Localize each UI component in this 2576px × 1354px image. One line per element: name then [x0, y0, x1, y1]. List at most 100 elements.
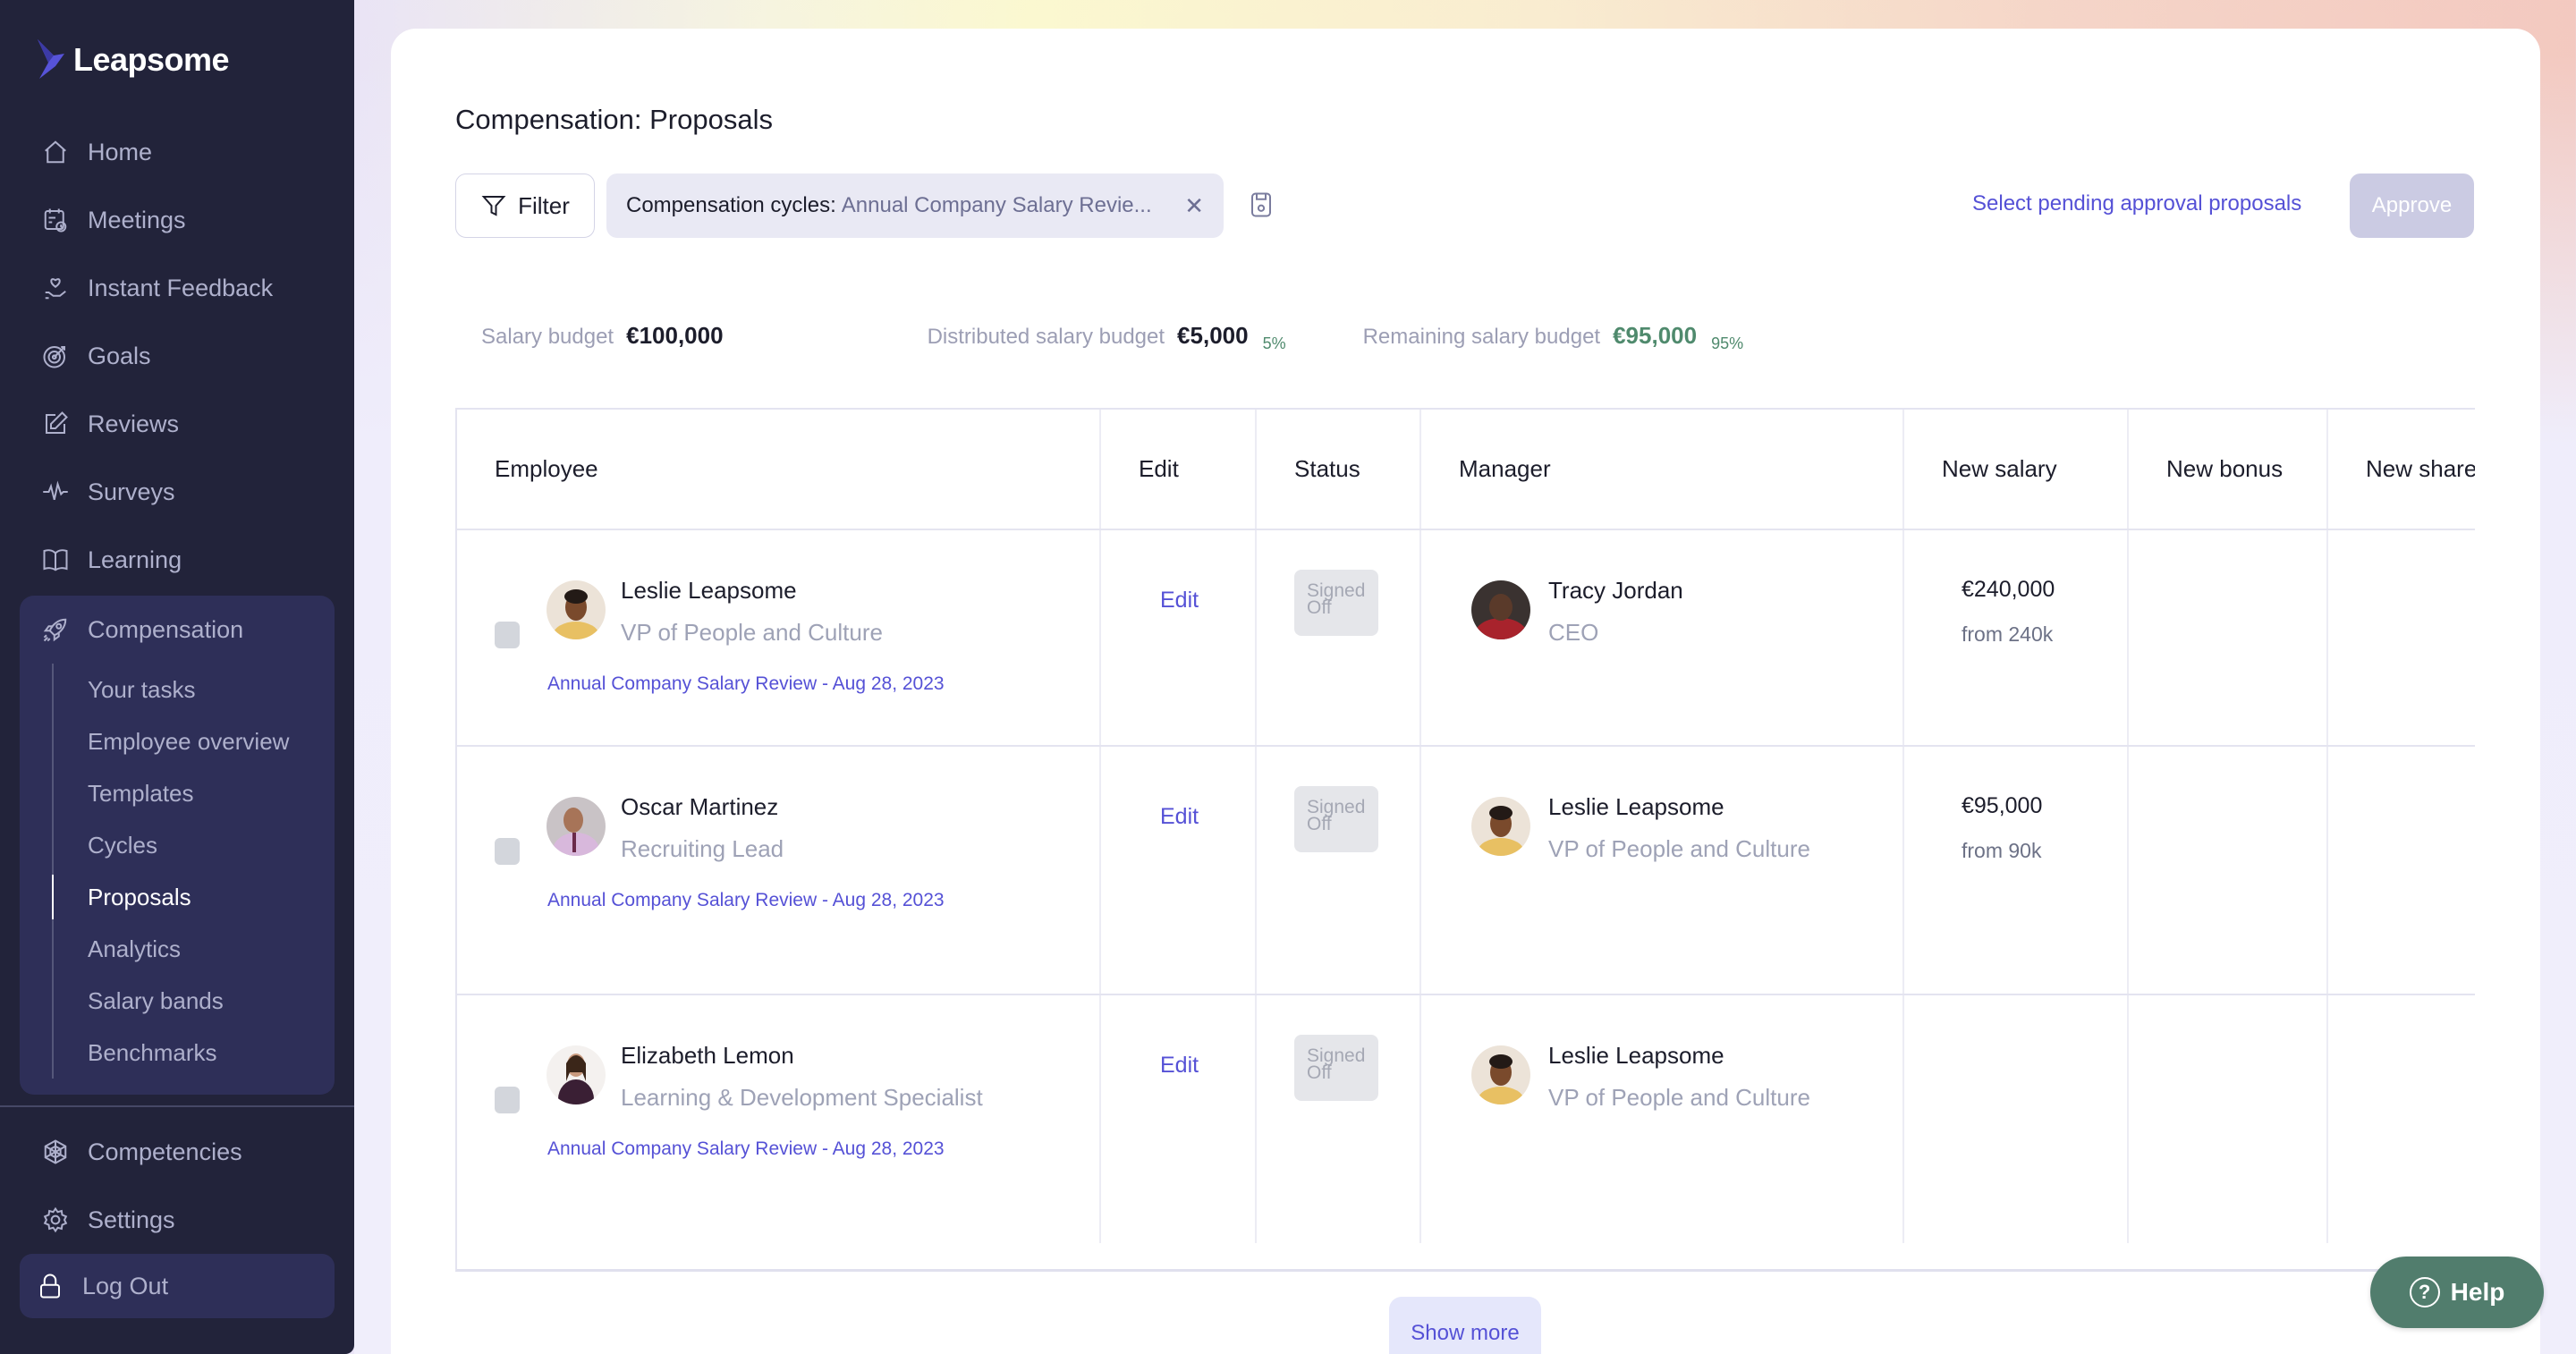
salary-budget-value: €100,000 — [626, 322, 724, 349]
cycle-link[interactable]: Annual Company Salary Review - Aug 28, 2… — [547, 673, 945, 695]
filter-chip-value: Annual Company Salary Revie... — [841, 193, 1152, 217]
rocket-icon — [41, 615, 70, 644]
sidebar-subitem-benchmarks[interactable]: Benchmarks — [54, 1027, 335, 1079]
employee-name[interactable]: Elizabeth Lemon — [621, 1042, 794, 1070]
sidebar: Leapsome Home Meetings Instant Feedback … — [0, 0, 354, 1354]
heart-hand-icon — [41, 274, 70, 302]
status-cell: Signed Off — [1256, 529, 1421, 747]
column-header-employee[interactable]: Employee — [457, 410, 1101, 530]
logout-label: Log Out — [82, 1272, 169, 1299]
row-checkbox[interactable] — [495, 1087, 520, 1113]
filter-label: Filter — [518, 191, 570, 219]
competencies-icon — [41, 1138, 70, 1166]
new-salary-cell: €240,000 from 240k — [1903, 529, 2129, 747]
sidebar-item-label: Competencies — [88, 1138, 242, 1165]
column-header-new-bonus[interactable]: New bonus — [2128, 410, 2328, 530]
sidebar-item-label: Instant Feedback — [88, 274, 274, 301]
manager-cell: Tracy Jordan CEO — [1420, 529, 1904, 747]
budget-summary: Salary budget €100,000 Distributed salar… — [481, 322, 1744, 352]
sidebar-item-goals[interactable]: Goals — [20, 322, 335, 390]
book-icon — [41, 546, 70, 574]
employee-name[interactable]: Oscar Martinez — [621, 793, 778, 821]
table-header-row: Employee Edit Status Manager New salary … — [457, 410, 2475, 530]
sidebar-divider — [0, 1105, 354, 1107]
leapsome-logo[interactable]: Leapsome — [36, 39, 230, 80]
sidebar-subitem-analytics[interactable]: Analytics — [54, 923, 335, 975]
filter-chip-label: Compensation cycles: — [626, 193, 836, 217]
close-icon[interactable]: ✕ — [1184, 192, 1204, 220]
proposals-table: Employee Edit Status Manager New salary … — [457, 410, 2475, 1243]
cycle-link[interactable]: Annual Company Salary Review - Aug 28, 2… — [547, 1138, 945, 1160]
sidebar-item-label: Reviews — [88, 410, 180, 437]
distributed-budget-label: Distributed salary budget — [927, 325, 1165, 349]
sidebar-item-learning[interactable]: Learning — [20, 526, 335, 594]
sidebar-item-label: Settings — [88, 1206, 175, 1233]
new-salary-cell — [1903, 994, 2129, 1243]
row-checkbox[interactable] — [495, 838, 520, 865]
sidebar-item-home[interactable]: Home — [20, 118, 335, 186]
sidebar-item-label: Home — [88, 138, 153, 165]
select-pending-approval-link[interactable]: Select pending approval proposals — [1972, 191, 2301, 216]
active-filter-chip[interactable]: Compensation cycles: Annual Company Sala… — [606, 173, 1224, 238]
column-header-new-salary[interactable]: New salary — [1903, 410, 2129, 530]
sidebar-subitem-salary-bands[interactable]: Salary bands — [54, 975, 335, 1027]
sidebar-item-settings[interactable]: Settings — [20, 1186, 335, 1254]
manager-name[interactable]: Leslie Leapsome — [1548, 793, 1724, 821]
sidebar-item-instant-feedback[interactable]: Instant Feedback — [20, 254, 335, 322]
employee-cell: Elizabeth Lemon Learning & Development S… — [457, 994, 1101, 1243]
distributed-budget-percent: 5% — [1262, 334, 1286, 352]
sidebar-subitem-cycles[interactable]: Cycles — [54, 819, 335, 871]
proposals-table-container[interactable]: Employee Edit Status Manager New salary … — [455, 408, 2475, 1272]
new-bonus-cell — [2128, 994, 2328, 1243]
sidebar-subitem-templates[interactable]: Templates — [54, 767, 335, 819]
filter-button[interactable]: Filter — [455, 173, 595, 238]
remaining-budget-value: €95,000 — [1613, 322, 1698, 349]
edit-cell: Edit — [1100, 529, 1257, 747]
avatar — [1471, 580, 1530, 639]
manager-name[interactable]: Leslie Leapsome — [1548, 1042, 1724, 1070]
cycle-link[interactable]: Annual Company Salary Review - Aug 28, 2… — [547, 890, 945, 911]
new-share-cell — [2327, 746, 2475, 995]
approve-button[interactable]: Approve — [2350, 173, 2474, 238]
employee-role: Learning & Development Specialist — [621, 1084, 983, 1111]
employee-name[interactable]: Leslie Leapsome — [621, 577, 797, 605]
help-button[interactable]: ? Help — [2370, 1257, 2544, 1328]
filter-icon — [481, 196, 506, 216]
sidebar-subitem-employee-overview[interactable]: Employee overview — [54, 715, 335, 767]
sidebar-item-reviews[interactable]: Reviews — [20, 390, 335, 458]
column-header-manager[interactable]: Manager — [1420, 410, 1904, 530]
sidebar-item-meetings[interactable]: Meetings — [20, 186, 335, 254]
new-share-cell — [2327, 529, 2475, 747]
column-header-status[interactable]: Status — [1256, 410, 1421, 530]
sidebar-item-competencies[interactable]: Competencies — [20, 1118, 335, 1186]
save-filter-icon[interactable] — [1250, 191, 1276, 220]
edit-link[interactable]: Edit — [1160, 1053, 1255, 1079]
avatar — [547, 1045, 606, 1104]
column-header-new-share[interactable]: New share — [2327, 410, 2475, 530]
question-circle-icon: ? — [2409, 1277, 2440, 1307]
new-salary-cell: €95,000 from 90k — [1903, 746, 2129, 995]
manager-role: CEO — [1548, 619, 1599, 646]
edit-link[interactable]: Edit — [1160, 588, 1255, 614]
show-more-button[interactable]: Show more — [1389, 1297, 1541, 1354]
manager-cell: Leslie Leapsome VP of People and Culture — [1420, 994, 1904, 1243]
sidebar-item-surveys[interactable]: Surveys — [20, 458, 335, 526]
column-header-edit: Edit — [1100, 410, 1257, 530]
page-title: Compensation: Proposals — [455, 104, 773, 135]
row-checkbox[interactable] — [495, 622, 520, 648]
sidebar-item-label: Compensation — [88, 615, 244, 643]
sidebar-subitem-your-tasks[interactable]: Your tasks — [54, 664, 335, 715]
main-nav: Home Meetings Instant Feedback Goals Rev… — [20, 118, 335, 1095]
manager-name[interactable]: Tracy Jordan — [1548, 577, 1683, 605]
lock-icon — [36, 1272, 64, 1300]
sidebar-item-compensation[interactable]: Compensation — [20, 596, 335, 664]
sidebar-subitem-proposals[interactable]: Proposals — [52, 871, 335, 923]
remaining-budget-percent: 95% — [1711, 334, 1744, 352]
edit-link[interactable]: Edit — [1160, 804, 1255, 830]
avatar — [1471, 1045, 1530, 1104]
status-badge: Signed Off — [1294, 786, 1378, 852]
previous-salary: from 90k — [1962, 839, 2042, 862]
logout-button[interactable]: Log Out — [20, 1254, 335, 1318]
manager-role: VP of People and Culture — [1548, 835, 1810, 862]
edit-cell: Edit — [1100, 746, 1257, 995]
